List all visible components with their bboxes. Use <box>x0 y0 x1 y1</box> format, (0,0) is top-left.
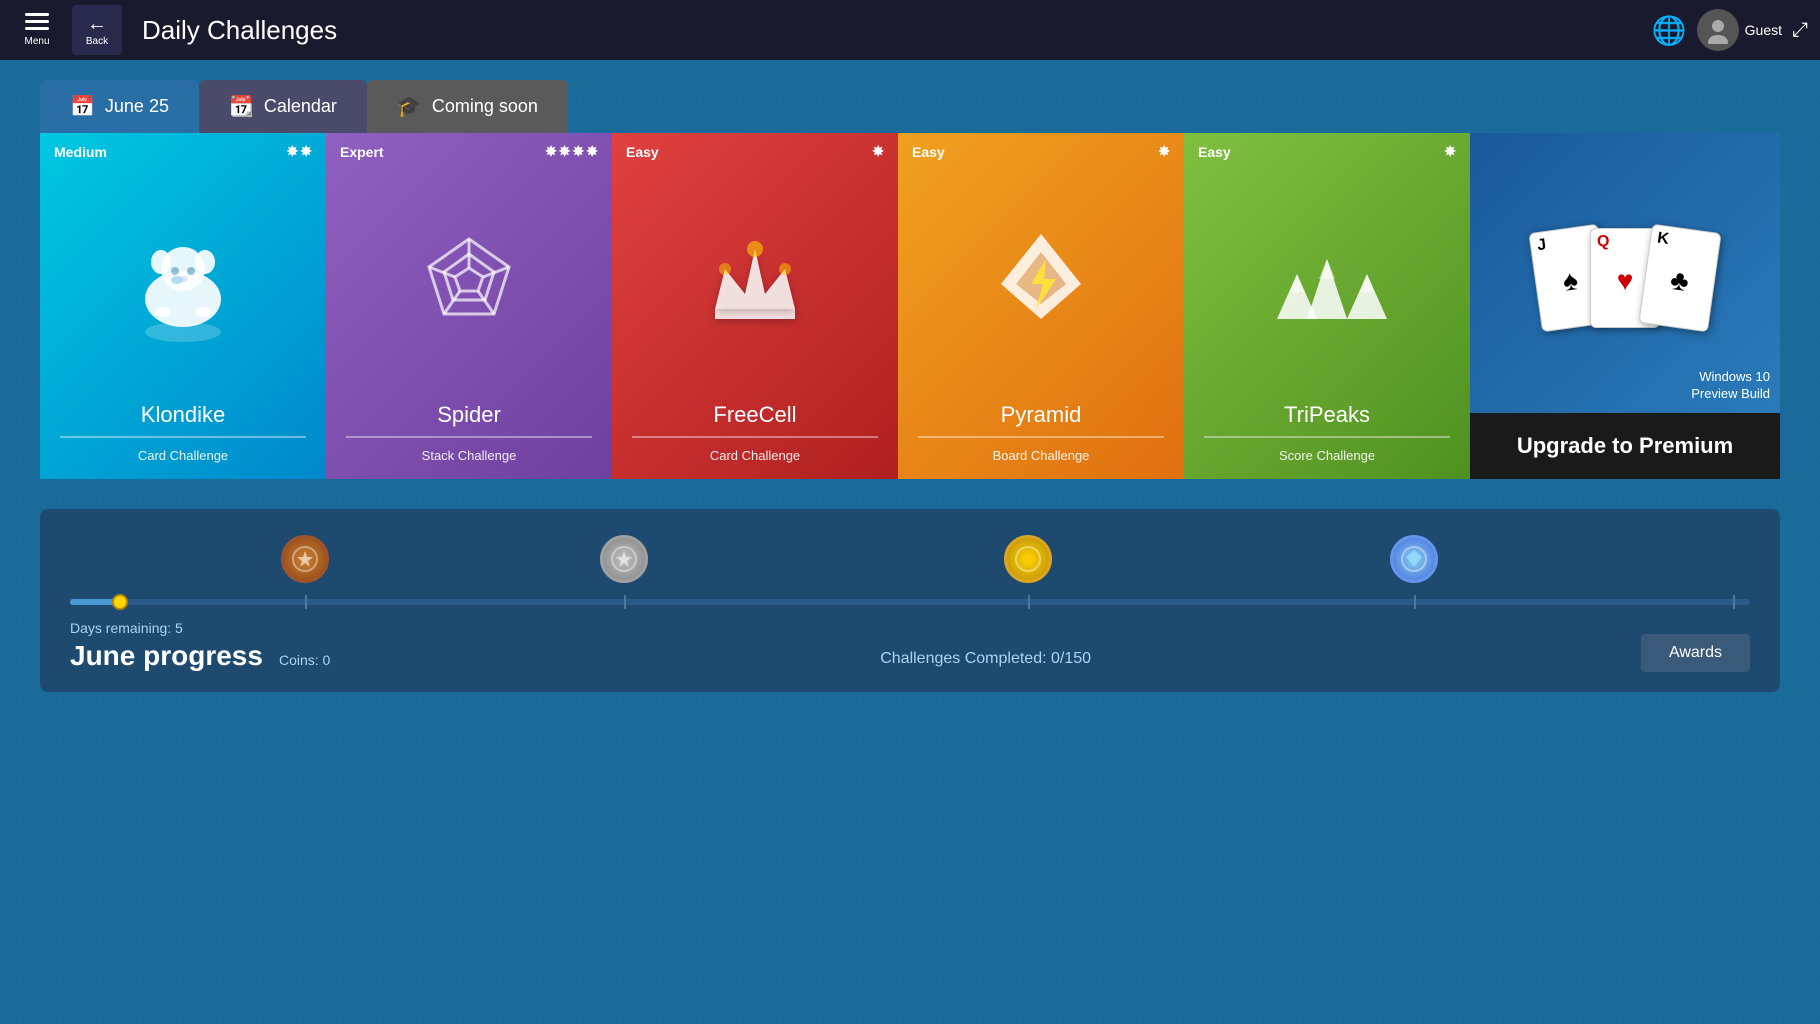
card-image-pyramid <box>898 166 1184 402</box>
tab-calendar-icon: 📆 <box>229 94 254 119</box>
divider-tripeaks <box>1204 436 1450 438</box>
globe-icon[interactable]: 🌐 <box>1652 14 1687 47</box>
divider-freecell <box>632 436 878 438</box>
tabs-container: 📅 June 25 📆 Calendar 🎓 Coming soon <box>40 80 1780 133</box>
tab-calendar-label: Calendar <box>264 96 337 117</box>
difficulty-tripeaks: Easy <box>1198 144 1231 160</box>
game-card-pyramid[interactable]: Easy ✸ Pyramid Board Challe <box>898 133 1184 479</box>
challenge-spider: Stack Challenge <box>326 448 612 479</box>
divider-klondike <box>60 436 306 438</box>
tab-coming-icon: 🎓 <box>397 94 422 119</box>
premium-image-area: J ♠ Q ♥ K ♣ Windows 10 Preview Build <box>1470 133 1780 413</box>
card-header-freecell: Easy ✸ <box>612 133 898 166</box>
days-remaining: Days remaining: 5 <box>70 620 263 636</box>
stars-spider: ✸ ✸ ✸ ✸ <box>545 143 598 160</box>
challenge-freecell: Card Challenge <box>612 448 898 479</box>
game-card-freecell[interactable]: Easy ✸ FreeCell <box>612 133 898 479</box>
menu-label: Menu <box>24 36 49 47</box>
menu-button[interactable]: Menu <box>12 5 62 55</box>
month-progress-label: June progress <box>70 640 263 672</box>
medal-silver <box>600 535 648 583</box>
stars-pyramid: ✸ <box>1158 143 1170 160</box>
upgrade-label[interactable]: Upgrade to Premium <box>1470 413 1780 479</box>
game-card-spider[interactable]: Expert ✸ ✸ ✸ ✸ <box>326 133 612 479</box>
hamburger-icon <box>25 27 49 30</box>
stars-tripeaks: ✸ <box>1444 143 1456 160</box>
card-image-freecell <box>612 166 898 402</box>
game-name-klondike: Klondike <box>40 402 326 436</box>
game-name-tripeaks: TriPeaks <box>1184 402 1470 436</box>
game-name-spider: Spider <box>326 402 612 436</box>
challenge-klondike: Card Challenge <box>40 448 326 479</box>
tab-june25[interactable]: 📅 June 25 <box>40 80 199 133</box>
topbar-right: 🌐 Guest ⤢ <box>1652 9 1808 51</box>
user-area[interactable]: Guest <box>1697 9 1782 51</box>
game-name-freecell: FreeCell <box>612 402 898 436</box>
play-card-king: K ♣ <box>1638 224 1721 333</box>
page-title: Daily Challenges <box>142 15 1642 46</box>
challenge-pyramid: Board Challenge <box>898 448 1184 479</box>
game-card-klondike[interactable]: Medium ✸ ✸ <box>40 133 326 479</box>
main-content: 📅 June 25 📆 Calendar 🎓 Coming soon Mediu… <box>0 60 1820 712</box>
tab-coming-soon[interactable]: 🎓 Coming soon <box>367 80 568 133</box>
card-header-klondike: Medium ✸ ✸ <box>40 133 326 166</box>
difficulty-klondike: Medium <box>54 144 107 160</box>
tab-calendar[interactable]: 📆 Calendar <box>199 80 367 133</box>
difficulty-freecell: Easy <box>626 144 659 160</box>
cards-container: Medium ✸ ✸ <box>40 133 1780 479</box>
card-image-tripeaks <box>1184 166 1470 402</box>
topbar: Menu ← Back Daily Challenges 🌐 Guest ⤢ <box>0 0 1820 60</box>
medal-bronze <box>281 535 329 583</box>
card-header-spider: Expert ✸ ✸ ✸ ✸ <box>326 133 612 166</box>
expand-icon[interactable]: ⤢ <box>1792 19 1808 42</box>
card-image-klondike <box>40 166 326 402</box>
divider-pyramid <box>918 436 1164 438</box>
tab-june25-icon: 📅 <box>70 94 95 119</box>
hamburger-icon <box>25 13 49 16</box>
difficulty-pyramid: Easy <box>912 144 945 160</box>
difficulty-spider: Expert <box>340 144 384 160</box>
challenges-completed: Challenges Completed: 0/150 <box>330 650 1641 668</box>
user-name: Guest <box>1745 22 1782 38</box>
divider-spider <box>346 436 592 438</box>
avatar <box>1697 9 1739 51</box>
windows-label: Windows 10 Preview Build <box>1691 369 1770 403</box>
card-image-spider <box>326 166 612 402</box>
tab-june25-label: June 25 <box>105 96 169 117</box>
tab-coming-label: Coming soon <box>432 96 538 117</box>
hamburger-icon <box>25 20 49 23</box>
game-name-pyramid: Pyramid <box>898 402 1184 436</box>
challenge-tripeaks: Score Challenge <box>1184 448 1470 479</box>
card-header-tripeaks: Easy ✸ <box>1184 133 1470 166</box>
back-arrow-icon: ← <box>87 13 107 36</box>
medal-gold <box>1004 535 1052 583</box>
coins-label: Coins: 0 <box>279 652 330 668</box>
stars-freecell: ✸ <box>872 143 884 160</box>
progress-info: Days remaining: 5 June progress Coins: 0… <box>70 620 1750 672</box>
progress-area: Days remaining: 5 June progress Coins: 0… <box>40 509 1780 692</box>
back-button[interactable]: ← Back <box>72 5 122 55</box>
card-header-pyramid: Easy ✸ <box>898 133 1184 166</box>
medals-row <box>70 529 1750 589</box>
medal-diamond <box>1390 535 1438 583</box>
premium-panel[interactable]: J ♠ Q ♥ K ♣ Windows 10 Preview Build <box>1470 133 1780 479</box>
game-card-tripeaks[interactable]: Easy ✸ <box>1184 133 1470 479</box>
progress-track <box>70 599 1750 605</box>
back-label: Back <box>86 36 108 47</box>
awards-button[interactable]: Awards <box>1641 634 1750 672</box>
progress-left: Days remaining: 5 June progress <box>70 620 263 672</box>
games-grid: Medium ✸ ✸ <box>40 133 1470 479</box>
progress-start-dot <box>112 594 128 610</box>
stars-klondike: ✸ ✸ <box>287 143 312 160</box>
